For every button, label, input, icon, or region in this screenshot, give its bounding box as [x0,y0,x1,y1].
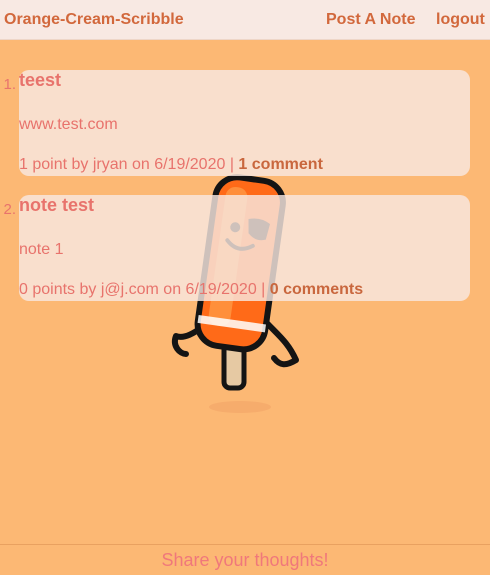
note-url: note 1 [19,241,64,258]
note-card-1: 1. teest www.test.com 1 point by jryan o… [3,70,470,176]
brand-link[interactable]: Orange-Cream-Scribble [4,11,184,29]
footer-text: Share your thoughts! [161,550,329,570]
footer: Share your thoughts! [0,544,490,575]
note-title-link[interactable]: teest [19,70,61,91]
post-note-link[interactable]: Post A Note [326,11,415,29]
note-meta-text: 1 point by jryan on 6/19/2020 | [19,156,239,173]
note-number: 1. [3,76,16,93]
note-meta: 0 points by j@j.com on 6/19/2020 | 0 com… [19,281,363,299]
comments-link[interactable]: 1 comment [238,156,322,173]
top-nav-bar: Orange-Cream-Scribble Post A Note logout [0,0,490,40]
note-meta-text: 0 points by j@j.com on 6/19/2020 | [19,281,270,298]
note-card-2: 2. note test note 1 0 points by j@j.com … [3,195,470,301]
note-url: www.test.com [19,116,118,133]
comments-link[interactable]: 0 comments [270,281,363,298]
note-title-link[interactable]: note test [19,195,94,216]
logout-link[interactable]: logout [436,11,485,29]
note-number: 2. [3,201,16,218]
note-meta: 1 point by jryan on 6/19/2020 | 1 commen… [19,156,323,174]
